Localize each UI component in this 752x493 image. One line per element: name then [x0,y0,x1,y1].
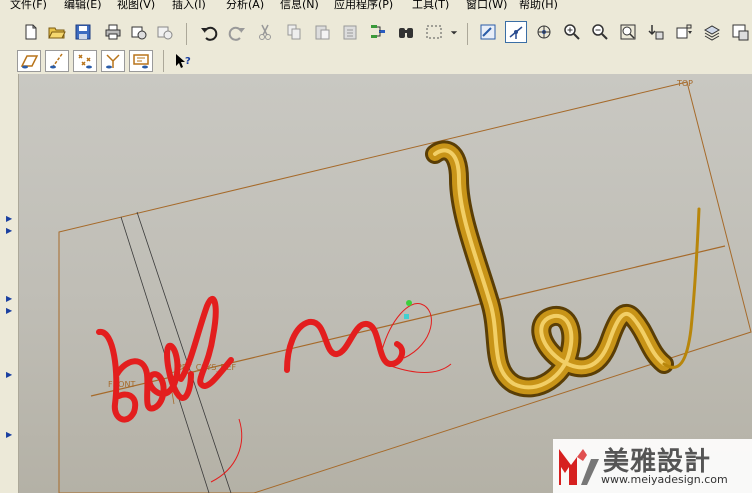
menu-file[interactable]: 文件(F) [10,0,47,12]
annotation-display-icon[interactable] [129,50,153,72]
watermark-url: www.meiyadesign.com [601,473,728,486]
datum-label-front: FRONT [108,380,135,389]
send-mail-icon[interactable] [128,21,150,43]
dropdown-icon[interactable] [449,21,459,43]
menu-info[interactable]: 信息(N) [280,0,319,12]
spin-center-icon[interactable] [505,21,527,43]
datum-label-top: TOP [676,79,693,88]
menu-edit[interactable]: 编辑(E) [64,0,102,12]
svg-text:?: ? [185,56,191,67]
expand-arrow-icon[interactable]: ▶ [6,226,12,235]
datum-axis-display-icon[interactable] [45,50,69,72]
regenerate-icon[interactable] [367,21,389,43]
menu-help[interactable]: 帮助(H) [519,0,558,12]
datum-plane-front-edge[interactable] [136,211,232,493]
view-manager-icon[interactable] [645,21,667,43]
watermark: 美雅設計 www.meiyadesign.com [553,439,752,493]
zoom-in-icon[interactable] [561,21,583,43]
open-folder-icon[interactable] [46,21,68,43]
toolbar-separator [163,50,164,72]
saved-views-icon[interactable] [673,21,695,43]
paste-special-icon[interactable] [339,21,361,43]
select-box-icon[interactable] [423,21,445,43]
menu-bar: 文件(F) 编辑(E) 视图(V) 插入(I) 分析(A) 信息(N) 应用程序… [0,0,752,14]
toolbar-separator [186,23,187,45]
menu-applications[interactable]: 应用程序(P) [334,0,393,12]
red-script-curve[interactable] [96,296,406,423]
model-tree-collapse-strip[interactable]: ▶ ▶ ▶ ▶ ▶ ▶ [0,74,19,493]
mail-icon[interactable] [154,21,176,43]
menu-insert[interactable]: 插入(I) [172,0,206,12]
datum-plane-display-icon[interactable] [17,50,41,72]
red-curve-tail[interactable] [210,418,243,483]
cut-icon[interactable] [254,21,276,43]
window-icon[interactable] [729,21,751,43]
print-icon[interactable] [102,21,124,43]
layers-icon[interactable] [701,21,723,43]
main-toolbar [0,14,752,49]
menu-window[interactable]: 窗口(W) [466,0,507,12]
menu-tools[interactable]: 工具(T) [412,0,449,12]
datum-point-display-icon[interactable] [73,50,97,72]
menu-analysis[interactable]: 分析(A) [226,0,264,12]
repaint-icon[interactable] [477,21,499,43]
expand-arrow-icon[interactable]: ▶ [6,430,12,439]
toolbar-separator [467,23,468,45]
save-icon[interactable] [72,21,94,43]
red-curve-tail[interactable] [390,363,452,373]
red-curve-loop[interactable] [381,303,432,359]
graphics-viewport[interactable]: TOP FRONT PRT_CSYS_DEF [19,74,752,493]
undo-icon[interactable] [198,21,220,43]
selection-point[interactable] [406,300,412,306]
gold-tube-tail[interactable] [662,207,701,369]
orient-icon[interactable] [533,21,555,43]
new-file-icon[interactable] [20,21,42,43]
menu-view[interactable]: 视图(V) [117,0,155,12]
redo-icon[interactable] [226,21,248,43]
zoom-out-icon[interactable] [589,21,611,43]
coordinate-system-display-icon[interactable] [101,50,125,72]
expand-arrow-icon[interactable]: ▶ [6,214,12,223]
expand-arrow-icon[interactable]: ▶ [6,306,12,315]
copy-icon[interactable] [283,21,305,43]
brand-logo-icon [559,449,599,485]
paste-icon[interactable] [311,21,333,43]
expand-arrow-icon[interactable]: ▶ [6,370,12,379]
expand-arrow-icon[interactable]: ▶ [6,294,12,303]
find-icon[interactable] [395,21,417,43]
selection-handle[interactable] [404,314,409,319]
context-help-icon[interactable]: ? [172,50,194,72]
refit-icon[interactable] [617,21,639,43]
datum-plane-top[interactable] [58,81,752,493]
